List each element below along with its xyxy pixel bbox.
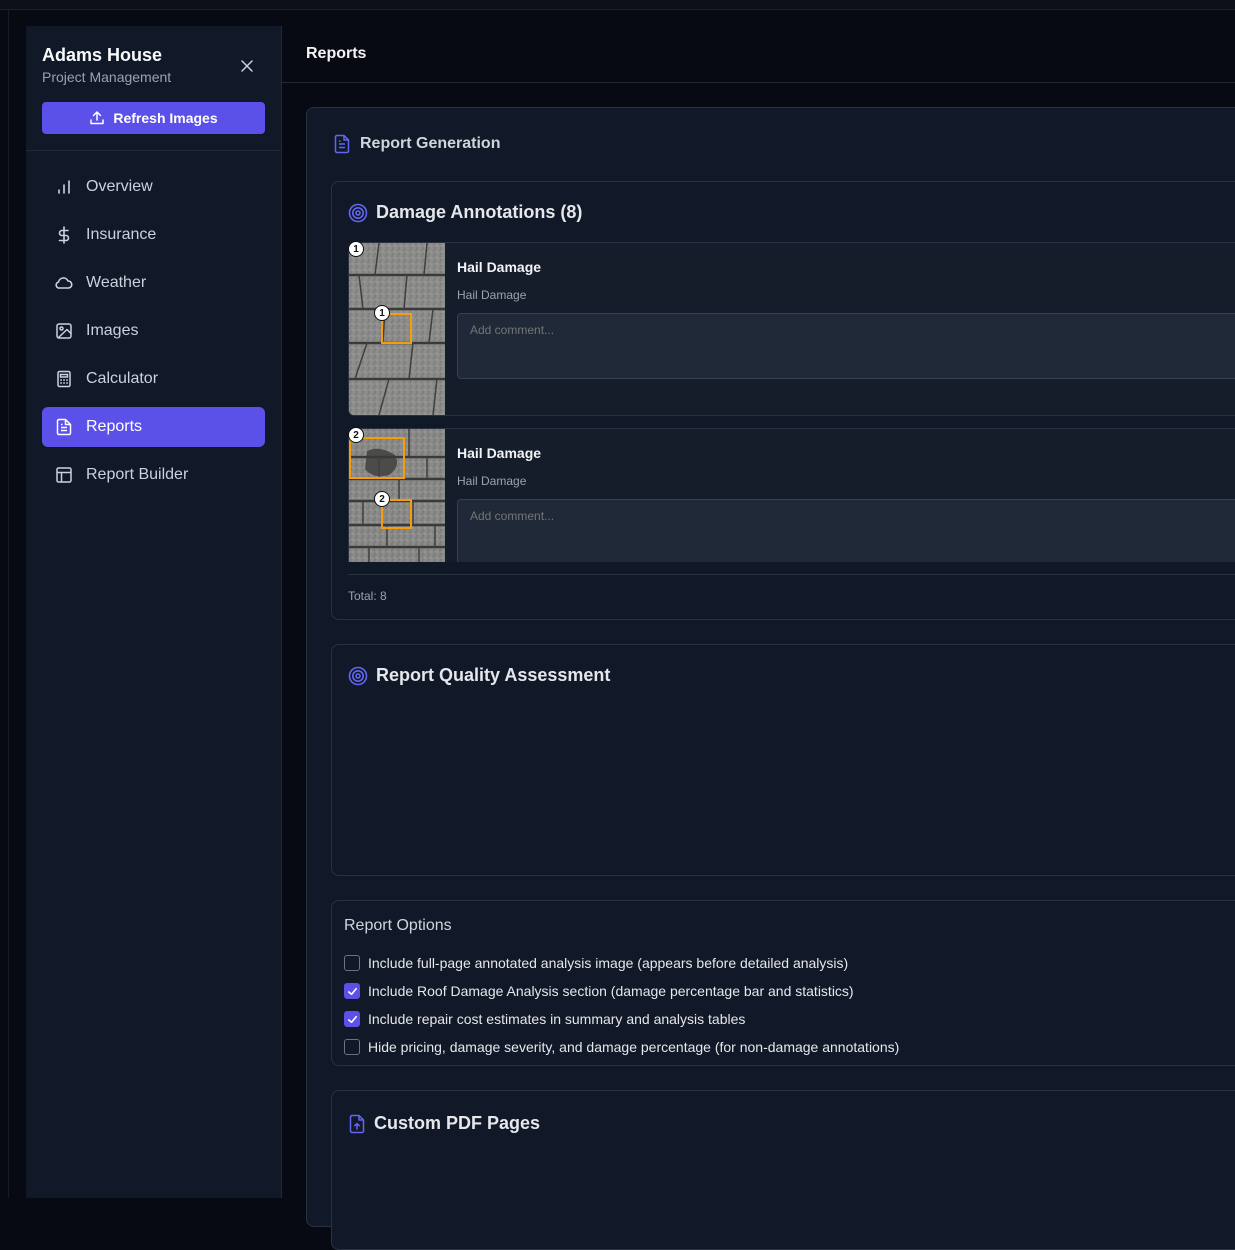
page-header: Reports bbox=[282, 26, 1235, 83]
cloud-icon bbox=[54, 273, 74, 293]
dollar-icon bbox=[54, 225, 74, 245]
annotation-text: Hail Damage Hail Damage bbox=[457, 445, 541, 488]
target-icon bbox=[348, 203, 368, 222]
option-roof-damage-analysis[interactable]: Include Roof Damage Analysis section (da… bbox=[344, 977, 899, 1005]
annotation-number-badge: 1 bbox=[374, 305, 390, 321]
sidebar-nav: Overview Insurance Weather Images Calcul… bbox=[26, 151, 281, 519]
option-full-page-image[interactable]: Include full-page annotated analysis ima… bbox=[344, 949, 899, 977]
option-label: Include Roof Damage Analysis section (da… bbox=[368, 983, 854, 999]
image-icon bbox=[54, 321, 74, 341]
annotation-text: Hail Damage Hail Damage bbox=[457, 259, 541, 302]
option-label: Include full-page annotated analysis ima… bbox=[368, 955, 849, 971]
sidebar-item-label: Reports bbox=[86, 418, 143, 435]
annotation-type: Hail Damage bbox=[457, 288, 527, 302]
close-icon bbox=[241, 60, 253, 72]
file-text-icon bbox=[54, 417, 74, 437]
sidebar-item-images[interactable]: Images bbox=[42, 311, 265, 351]
checkbox[interactable] bbox=[344, 983, 360, 999]
sidebar-item-insurance[interactable]: Insurance bbox=[42, 215, 265, 255]
damage-box bbox=[349, 437, 405, 479]
file-text-icon bbox=[334, 134, 350, 154]
annotations-total: Total: 8 bbox=[348, 574, 1235, 603]
damage-annotations-card: Damage Annotations (8) 1 Hail Damage Hai… bbox=[331, 181, 1235, 620]
annotation-index-badge: 1 bbox=[348, 241, 364, 257]
custom-pdf-pages-title: Custom PDF Pages bbox=[374, 1113, 541, 1133]
damage-annotations-heading: Damage Annotations (8) bbox=[348, 202, 582, 223]
page-title: Reports bbox=[306, 45, 367, 62]
sidebar-item-label: Images bbox=[86, 322, 139, 339]
sidebar-item-reports[interactable]: Reports bbox=[42, 407, 265, 447]
panel-title: Report Generation bbox=[360, 135, 501, 152]
sidebar-item-report-builder[interactable]: Report Builder bbox=[42, 455, 265, 495]
target-icon bbox=[348, 666, 368, 685]
refresh-images-label: Refresh Images bbox=[113, 110, 218, 126]
option-repair-cost-estimates[interactable]: Include repair cost estimates in summary… bbox=[344, 1005, 899, 1033]
sidebar-item-weather[interactable]: Weather bbox=[42, 263, 265, 303]
check-icon bbox=[347, 1015, 357, 1023]
report-options-list: Include full-page annotated analysis ima… bbox=[344, 949, 899, 1061]
left-gutter bbox=[0, 10, 26, 1198]
option-label: Include repair cost estimates in summary… bbox=[368, 1011, 746, 1027]
annotation-title: Hail Damage bbox=[457, 259, 542, 275]
top-bar bbox=[0, 0, 1235, 10]
annotation-number-badge: 2 bbox=[374, 491, 390, 507]
annotation-thumbnail[interactable]: 2 bbox=[349, 429, 445, 562]
report-generation-panel: Report Generation Damage Annotations (8) bbox=[306, 107, 1235, 1250]
damage-annotations-title: Damage Annotations (8) bbox=[376, 202, 583, 222]
sidebar: Adams House Project Management Refresh I… bbox=[26, 26, 282, 1198]
sidebar-item-label: Report Builder bbox=[86, 466, 189, 483]
annotation-type: Hail Damage bbox=[457, 474, 527, 488]
annotation-thumbnail[interactable]: 1 bbox=[349, 243, 445, 415]
project-subtitle: Project Management bbox=[42, 69, 172, 85]
calculator-icon bbox=[54, 369, 74, 389]
bar-chart-icon bbox=[54, 177, 74, 197]
quality-assessment-card: Report Quality Assessment bbox=[331, 644, 1235, 876]
annotation-title: Hail Damage bbox=[457, 445, 542, 461]
report-options-title: Report Options bbox=[344, 917, 452, 934]
sidebar-item-label: Calculator bbox=[86, 370, 159, 387]
close-sidebar-button[interactable] bbox=[239, 58, 255, 74]
upload-icon bbox=[90, 111, 105, 125]
annotation-item: 2 Hail Damage Hail Damage bbox=[348, 428, 1235, 562]
layout-icon bbox=[54, 465, 74, 485]
option-label: Hide pricing, damage severity, and damag… bbox=[368, 1039, 900, 1055]
option-hide-pricing[interactable]: Hide pricing, damage severity, and damag… bbox=[344, 1033, 899, 1061]
quality-assessment-title: Report Quality Assessment bbox=[376, 665, 611, 685]
comment-input[interactable] bbox=[457, 499, 1235, 562]
sidebar-item-label: Overview bbox=[86, 178, 153, 195]
annotation-item: 1 Hail Damage Hail Damage bbox=[348, 242, 1235, 416]
report-options-card: Report Options Include full-page annotat… bbox=[331, 900, 1235, 1066]
custom-pdf-pages-heading: Custom PDF Pages bbox=[348, 1113, 540, 1134]
checkbox[interactable] bbox=[344, 1039, 360, 1055]
sidebar-item-label: Insurance bbox=[86, 226, 157, 243]
custom-pdf-pages-card: Custom PDF Pages bbox=[331, 1090, 1235, 1250]
annotation-index-badge: 2 bbox=[348, 427, 364, 443]
checkbox[interactable] bbox=[344, 1011, 360, 1027]
project-title: Adams House bbox=[42, 45, 163, 65]
check-icon bbox=[347, 987, 357, 995]
sidebar-item-overview[interactable]: Overview bbox=[42, 167, 265, 207]
file-upload-icon bbox=[349, 1114, 365, 1133]
sidebar-header: Adams House Project Management Refresh I… bbox=[26, 26, 281, 151]
checkbox[interactable] bbox=[344, 955, 360, 971]
panel-heading: Report Generation bbox=[333, 134, 500, 154]
sidebar-item-label: Weather bbox=[86, 274, 147, 291]
comment-input[interactable] bbox=[457, 313, 1235, 379]
sidebar-item-calculator[interactable]: Calculator bbox=[42, 359, 265, 399]
quality-assessment-heading: Report Quality Assessment bbox=[348, 665, 610, 686]
refresh-images-button[interactable]: Refresh Images bbox=[42, 102, 265, 134]
